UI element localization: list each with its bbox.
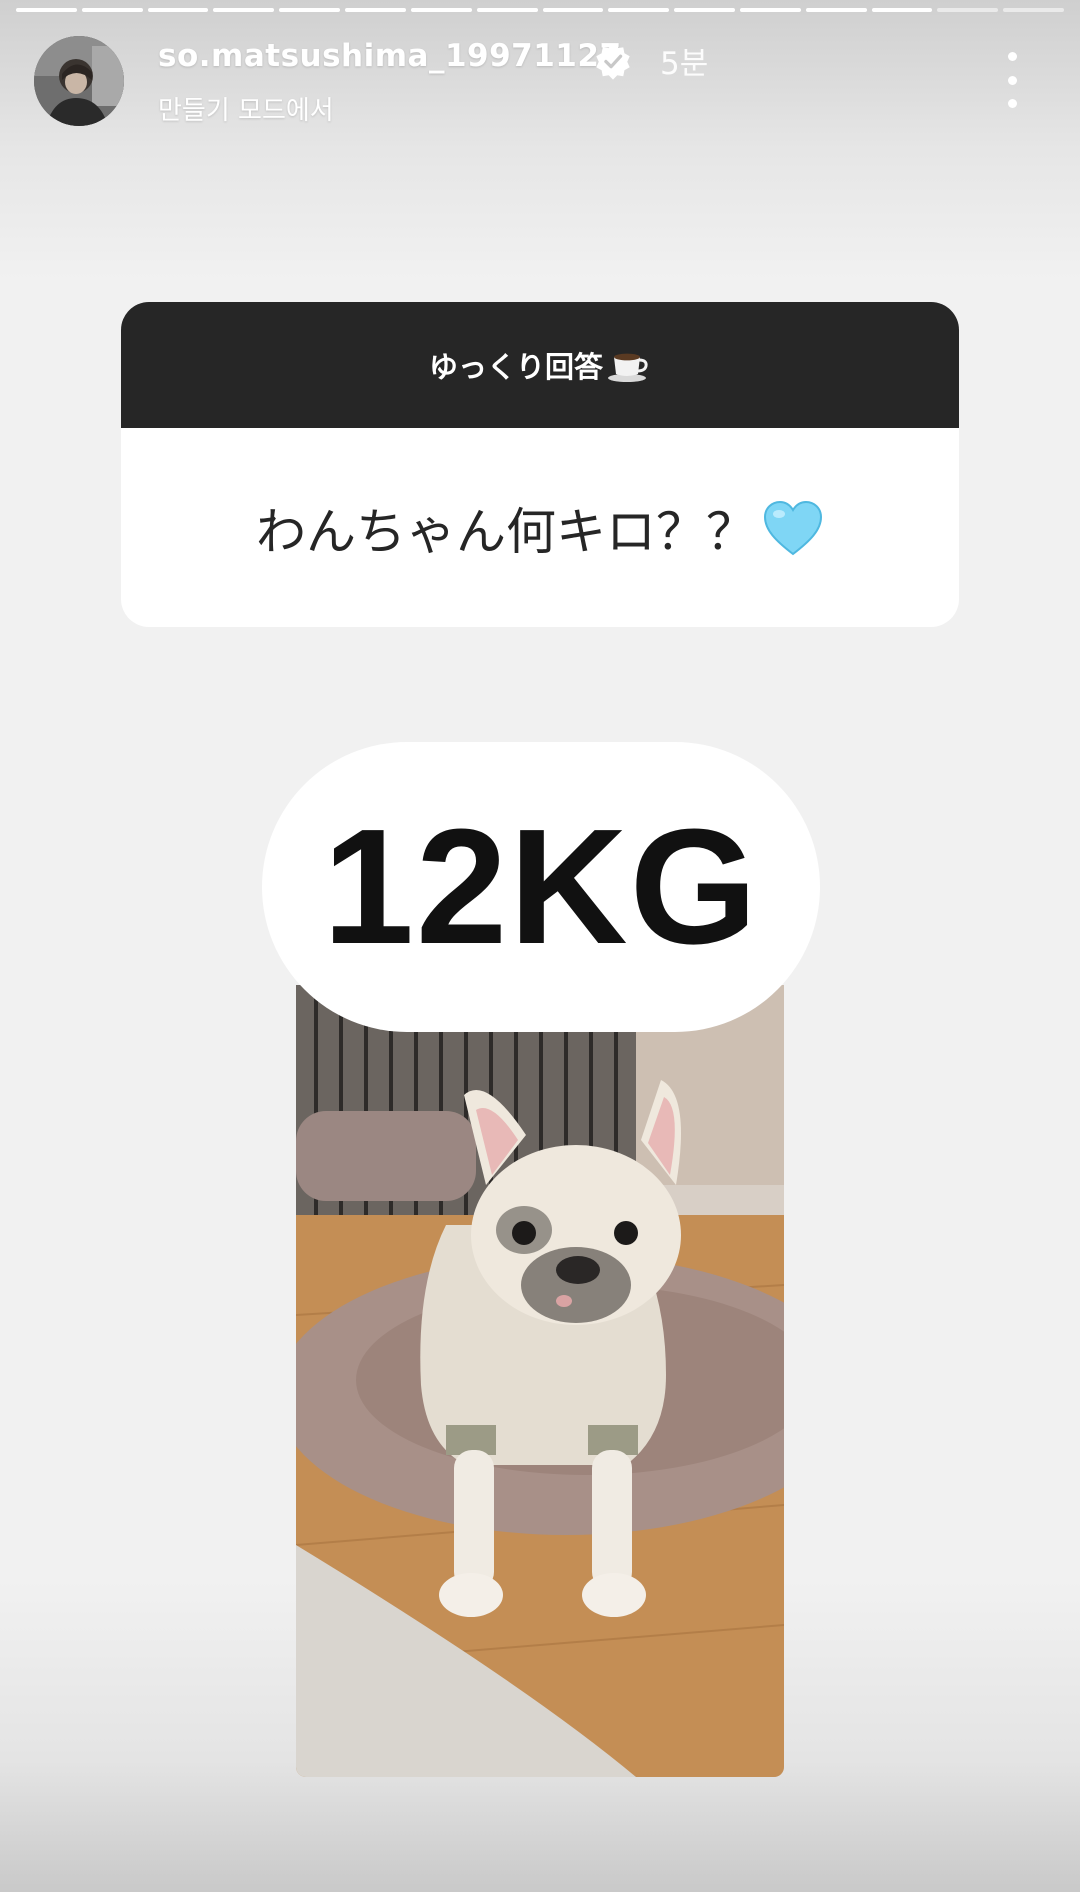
username[interactable]: so.matsushima_19971127: [158, 38, 622, 74]
progress-segment: [476, 8, 538, 12]
progress-segment: [739, 8, 801, 12]
question-sticker[interactable]: ゆっくり回答 わんちゃん何キロ？？: [121, 302, 959, 627]
story-progress-bar: [16, 8, 1064, 12]
avatar[interactable]: [34, 36, 124, 126]
progress-segment: [147, 8, 209, 12]
progress-segment: [410, 8, 472, 12]
more-dot-icon: [1007, 99, 1017, 108]
progress-segment: [805, 8, 867, 12]
light-blue-heart-icon: [763, 500, 823, 555]
progress-segment: [542, 8, 604, 12]
story-subtitle: 만들기 모드에서: [158, 96, 334, 126]
coffee-icon: [608, 353, 648, 382]
progress-segment: [345, 8, 406, 12]
progress-segment: [279, 8, 341, 12]
progress-segment: [608, 8, 670, 12]
progress-segment: [213, 8, 275, 12]
post-time: 5분: [660, 46, 709, 82]
avatar-photo: [34, 36, 124, 126]
more-dot-icon: [1007, 75, 1017, 85]
question-sticker-title: ゆっくり回答: [428, 350, 603, 384]
question-text: わんちゃん何キロ？？: [256, 502, 756, 561]
dog-photo: [296, 985, 784, 1777]
question-sticker-body: わんちゃん何キロ？？: [121, 428, 959, 627]
more-dot-icon: [1007, 52, 1017, 61]
progress-segment: [81, 8, 143, 12]
more-options-button[interactable]: [990, 52, 1034, 108]
question-sticker-header: ゆっくり回答: [121, 302, 959, 428]
progress-segment: [16, 8, 77, 12]
verified-badge-icon: [596, 43, 630, 80]
progress-segment: [937, 8, 999, 12]
progress-segment: [674, 8, 735, 12]
progress-segment: [1003, 8, 1064, 12]
french-bulldog-image: [296, 985, 784, 1777]
answer-text: 12KG: [322, 795, 760, 978]
progress-segment: [871, 8, 933, 12]
answer-text-bubble: 12KG: [262, 742, 820, 1032]
